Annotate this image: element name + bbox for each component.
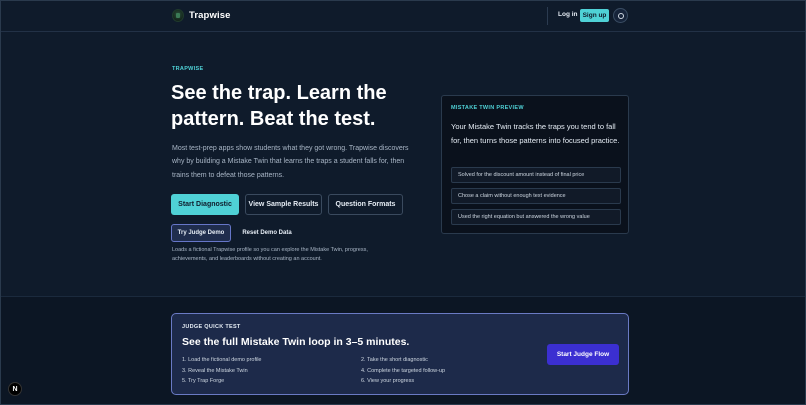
dev-tools-badge[interactable]: N: [8, 382, 22, 396]
view-sample-results-button[interactable]: View Sample Results: [245, 194, 322, 215]
judge-quick-test-card: JUDGE QUICK TEST See the full Mistake Tw…: [171, 313, 629, 395]
try-judge-demo-button[interactable]: Try Judge Demo: [171, 224, 231, 242]
brand-name: Trapwise: [189, 10, 231, 21]
mistake-item: Chose a claim without enough text eviden…: [451, 188, 621, 204]
brand-link[interactable]: Trapwise: [172, 9, 230, 22]
reset-demo-data-button[interactable]: Reset Demo Data: [235, 224, 299, 242]
nav-divider: [547, 7, 548, 25]
hero-title: See the trap. Learn the pattern. Beat th…: [171, 82, 387, 130]
hero-actions: Start Diagnostic View Sample Results Que…: [171, 194, 403, 215]
judge-steps-left: 1. Load the fictional demo profile 3. Re…: [182, 357, 262, 386]
demo-note: Loads a fictional Trapwise profile so yo…: [172, 247, 368, 262]
mistake-twin-preview-card: MISTAKE TWIN PREVIEW Your Mistake Twin t…: [441, 95, 629, 234]
theme-toggle-button[interactable]: [613, 8, 628, 23]
mistake-item: Used the right equation but answered the…: [451, 209, 621, 225]
judge-steps-right: 2. Take the short diagnostic 4. Complete…: [361, 357, 445, 386]
signup-button[interactable]: Sign up: [580, 9, 609, 22]
judge-step: 1. Load the fictional demo profile: [182, 357, 262, 363]
mistake-list: Solved for the discount amount instead o…: [451, 167, 621, 225]
judge-step: 5. Try Trap Forge: [182, 378, 225, 384]
hero-description: Most test-prep apps show students what t…: [172, 145, 409, 179]
preview-label: MISTAKE TWIN PREVIEW: [451, 105, 524, 111]
start-diagnostic-button[interactable]: Start Diagnostic: [171, 194, 239, 215]
preview-text: Your Mistake Twin tracks the traps you t…: [451, 122, 620, 145]
judge-title: See the full Mistake Twin loop in 3–5 mi…: [182, 336, 410, 348]
trapwise-logo-icon: [172, 9, 184, 22]
judge-step: 6. View your progress: [361, 378, 415, 384]
judge-eyebrow: JUDGE QUICK TEST: [182, 324, 241, 330]
login-link[interactable]: Log in: [558, 11, 578, 18]
question-formats-button[interactable]: Question Formats: [328, 194, 403, 215]
demo-actions: Try Judge Demo Reset Demo Data: [171, 224, 299, 242]
mistake-item: Solved for the discount amount instead o…: [451, 167, 621, 183]
top-nav: Trapwise Log in Sign up: [0, 0, 806, 32]
hero-eyebrow: TRAPWISE: [172, 66, 204, 72]
gear-icon: [617, 12, 624, 19]
judge-step: 4. Complete the targeted follow-up: [361, 367, 446, 374]
start-judge-flow-button[interactable]: Start Judge Flow: [547, 344, 619, 365]
judge-step: 2. Take the short diagnostic: [361, 357, 428, 363]
judge-step: 3. Reveal the Mistake Twin: [182, 367, 248, 374]
